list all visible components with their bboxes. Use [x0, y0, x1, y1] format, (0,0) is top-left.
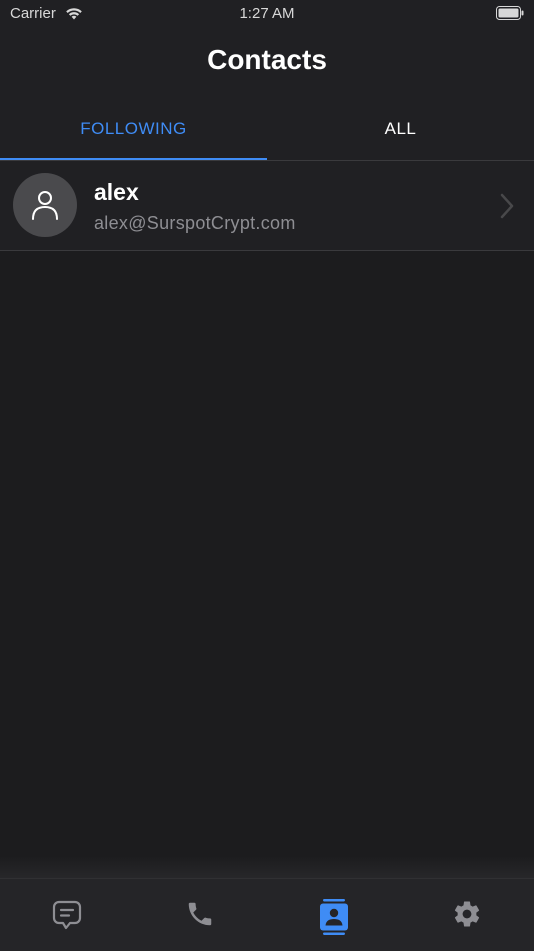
tab-following[interactable]: FOLLOWING [0, 98, 267, 160]
message-icon [51, 899, 83, 931]
contacts-tab-bar: FOLLOWING ALL [0, 98, 534, 160]
divider [0, 250, 534, 251]
contacts-icon [319, 899, 349, 935]
clock: 1:27 AM [0, 5, 534, 22]
bottom-tab-bar [0, 878, 534, 951]
tab-all-label: ALL [385, 119, 417, 139]
tab-following-label: FOLLOWING [80, 119, 187, 139]
contact-name: alex [94, 179, 139, 206]
contact-row[interactable]: alex alex@SurspotCrypt.com [0, 161, 534, 250]
tab-settings[interactable] [401, 879, 534, 951]
tab-bar-shadow [0, 856, 534, 878]
battery-icon [496, 6, 524, 20]
tab-messages[interactable] [0, 879, 134, 951]
tab-calls[interactable] [134, 879, 268, 951]
tab-all[interactable]: ALL [267, 98, 534, 160]
gear-icon [452, 899, 482, 929]
person-icon [30, 189, 60, 221]
contact-email: alex@SurspotCrypt.com [94, 213, 296, 234]
page-title: Contacts [0, 44, 534, 76]
chevron-right-icon [500, 193, 514, 219]
phone-icon [185, 899, 215, 929]
status-bar: Carrier 1:27 AM [0, 0, 534, 28]
avatar [13, 173, 77, 237]
tab-contacts[interactable] [267, 879, 401, 951]
